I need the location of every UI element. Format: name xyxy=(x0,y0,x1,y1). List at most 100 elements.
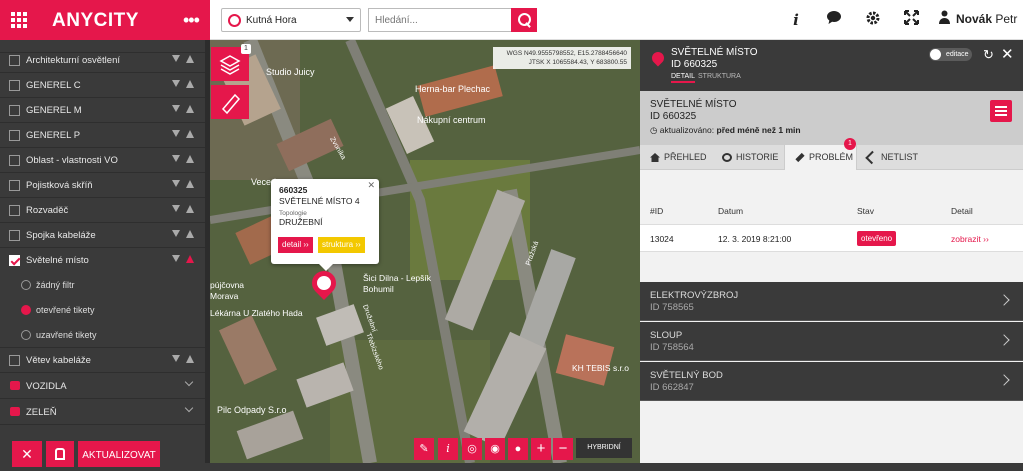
layer-checkbox-checked[interactable] xyxy=(9,255,20,266)
summary-title: SVĚTELNÉ MÍSTO xyxy=(650,99,737,110)
chevron-down-icon xyxy=(184,377,194,387)
filter-icon[interactable] xyxy=(172,105,180,112)
relation-item[interactable]: ELEKTROVÝZBROJ ID 758565 xyxy=(640,282,1023,321)
layer-row[interactable]: Spojka kabeláže xyxy=(0,223,205,248)
layer-row[interactable]: Rozvaděč xyxy=(0,198,205,223)
updated-prefix: aktualizováno: xyxy=(659,125,715,135)
layer-row[interactable]: Větev kabeláže xyxy=(0,348,205,373)
category-vozidla[interactable]: VOZIDLA xyxy=(0,373,205,399)
map-label: Herna-bar Plechac xyxy=(415,84,491,94)
more-menu-icon[interactable]: ••• xyxy=(183,10,200,31)
warning-icon xyxy=(186,105,194,113)
filter-icon[interactable] xyxy=(172,130,180,137)
layer-checkbox[interactable] xyxy=(9,105,20,116)
filter-icon[interactable] xyxy=(172,55,180,62)
user-first-name: Petr xyxy=(995,12,1018,26)
zoom-out-button[interactable]: − xyxy=(553,438,573,460)
info-icon[interactable]: i xyxy=(786,10,806,30)
filter-icon[interactable] xyxy=(172,230,180,237)
filter-radio[interactable] xyxy=(21,280,31,290)
table-row[interactable]: 13024 12. 3. 2019 8:21:00 otevřeno zobra… xyxy=(640,224,1023,252)
city-select[interactable]: Kutná Hora xyxy=(221,8,361,32)
popup-detail-button[interactable]: detail ›› xyxy=(278,237,313,253)
apps-grid-icon[interactable] xyxy=(11,12,27,28)
hybrid-toggle-button[interactable]: HYBRIDNÍ xyxy=(576,438,632,458)
layer-checkbox[interactable] xyxy=(9,180,20,191)
layer-sidebar: Architekturní osvětlení GENEREL C GENERE… xyxy=(0,40,210,463)
filter-label: uzavřené tikety xyxy=(36,330,97,340)
search-button[interactable] xyxy=(511,8,537,32)
column-header: Detail xyxy=(951,206,973,216)
tab-netlist[interactable]: NETLIST xyxy=(857,145,927,170)
layer-row[interactable]: GENEREL P xyxy=(0,123,205,148)
edit-toggle[interactable]: editace xyxy=(929,48,972,61)
warning-icon-active xyxy=(186,255,194,263)
relation-item[interactable]: SVĚTELNÝ BOD ID 662847 xyxy=(640,362,1023,401)
layer-checkbox[interactable] xyxy=(9,230,20,241)
popup-struktura-button[interactable]: struktura ›› xyxy=(318,237,365,253)
refresh-icon[interactable]: ↻ xyxy=(983,47,994,63)
layer-checkbox[interactable] xyxy=(9,355,20,366)
warning-icon xyxy=(186,355,194,363)
filter-label: otevřené tikety xyxy=(36,305,95,315)
visibility-tool-button[interactable]: ◉ xyxy=(485,438,505,460)
search-input[interactable] xyxy=(368,8,511,32)
chat-icon[interactable] xyxy=(824,10,844,30)
problem-count-badge: 1 xyxy=(844,138,856,150)
info-tool-button[interactable]: i xyxy=(438,438,458,460)
show-detail-link[interactable]: zobrazit ›› xyxy=(951,234,989,244)
layer-checkbox[interactable] xyxy=(9,155,20,166)
layer-row-selected[interactable]: Světelné místo xyxy=(0,248,205,273)
filter-icon[interactable] xyxy=(172,155,180,162)
clear-button[interactable]: ✕ xyxy=(12,441,42,467)
filter-icon[interactable] xyxy=(172,255,180,262)
close-icon[interactable]: ✕ xyxy=(1001,45,1014,63)
layer-row[interactable]: Pojistková skříň xyxy=(0,173,205,198)
popup-topology-value: DRUŽEBNÍ xyxy=(279,217,323,227)
filter-icon[interactable] xyxy=(172,80,180,87)
hamburger-menu-button[interactable] xyxy=(990,100,1012,122)
zoom-in-button[interactable]: + xyxy=(531,438,551,460)
filter-radio-selected[interactable] xyxy=(21,305,31,315)
tab-label: PŘEHLED xyxy=(664,152,707,162)
target-tool-button[interactable]: ◎ xyxy=(462,438,482,460)
close-icon[interactable]: ✕ xyxy=(367,180,375,191)
edit-tool-button[interactable]: ✎ xyxy=(414,438,434,460)
measure-button[interactable] xyxy=(211,85,249,119)
layer-row[interactable]: GENEREL M xyxy=(0,98,205,123)
map-label: KH TEBIS s.r.o xyxy=(572,363,630,373)
panel-tabs: PŘEHLED HISTORIE PROBLÉM NETLIST xyxy=(640,145,1023,170)
filter-option[interactable]: žádný filtr xyxy=(0,273,205,298)
filter-option[interactable]: otevřené tikety xyxy=(0,298,205,323)
lock-button[interactable] xyxy=(46,441,74,467)
marker-tool-button[interactable]: ● xyxy=(508,438,528,460)
relation-type: SLOUP xyxy=(650,330,683,341)
layer-row[interactable]: Architekturní osvětlení xyxy=(0,48,205,73)
warning-icon xyxy=(186,130,194,138)
tab-prehled[interactable]: PŘEHLED xyxy=(640,145,712,170)
filter-icon[interactable] xyxy=(172,180,180,187)
filter-radio[interactable] xyxy=(21,330,31,340)
tab-struktura[interactable]: STRUKTURA xyxy=(698,73,741,80)
layer-row[interactable]: GENEREL C xyxy=(0,73,205,98)
update-button[interactable]: AKTUALIZOVAT xyxy=(78,441,160,467)
gear-icon[interactable] xyxy=(863,10,883,30)
fullscreen-icon[interactable] xyxy=(901,10,921,30)
filter-icon[interactable] xyxy=(172,355,180,362)
map-pin-icon xyxy=(649,49,667,67)
user-menu[interactable]: Novák Petr xyxy=(956,12,1017,26)
chevron-down-icon xyxy=(346,17,354,22)
filter-icon[interactable] xyxy=(172,205,180,212)
layer-checkbox[interactable] xyxy=(9,80,20,91)
tab-historie[interactable]: HISTORIE xyxy=(712,145,784,170)
layer-checkbox[interactable] xyxy=(9,130,20,141)
tab-label: PROBLÉM xyxy=(809,152,854,162)
layer-checkbox[interactable] xyxy=(9,205,20,216)
relation-item[interactable]: SLOUP ID 758564 xyxy=(640,322,1023,361)
top-bar: ANYCITY ••• Kutná Hora i Novák Petr xyxy=(0,0,1023,40)
tab-detail[interactable]: DETAIL xyxy=(671,73,695,83)
layer-checkbox[interactable] xyxy=(9,55,20,66)
filter-option[interactable]: uzavřené tikety xyxy=(0,323,205,348)
layer-row[interactable]: Oblast - vlastnosti VO xyxy=(0,148,205,173)
category-zelen[interactable]: ZELEŇ xyxy=(0,399,205,425)
